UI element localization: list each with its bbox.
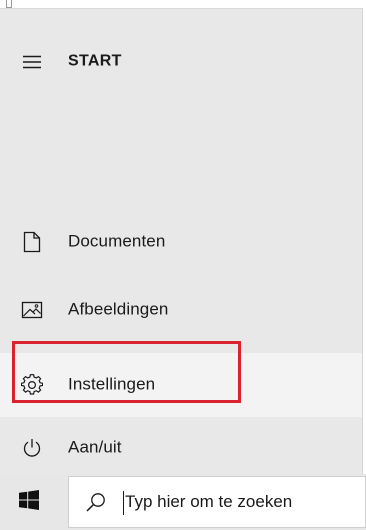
start-item-documenten[interactable]: Documenten <box>0 217 362 267</box>
screen: START Documenten Afbeeldingen Instelling… <box>0 0 366 530</box>
text-caret <box>123 491 124 515</box>
taskbar-search-box[interactable] <box>68 476 366 528</box>
start-menu-title: START <box>68 52 122 70</box>
windows-logo-icon <box>19 489 39 515</box>
power-icon <box>21 437 43 459</box>
start-item-aan-uit[interactable]: Aan/uit <box>0 423 362 473</box>
taskbar <box>0 474 366 530</box>
search-input[interactable] <box>119 485 359 519</box>
start-menu-header[interactable]: START <box>0 37 362 87</box>
start-item-label: Afbeeldingen <box>68 299 169 319</box>
start-item-afbeeldingen[interactable]: Afbeeldingen <box>0 285 362 335</box>
start-item-label: Aan/uit <box>68 437 122 457</box>
hamburger-menu-icon[interactable] <box>21 51 43 73</box>
start-item-label: Instellingen <box>68 374 156 394</box>
search-icon <box>85 491 107 513</box>
start-item-instellingen[interactable]: Instellingen <box>0 353 362 417</box>
start-menu: START Documenten Afbeeldingen Instelling… <box>0 8 363 475</box>
window-corner-mark <box>6 0 12 8</box>
document-icon <box>21 231 43 253</box>
pictures-icon <box>21 299 43 321</box>
start-button[interactable] <box>0 474 58 530</box>
start-item-label: Documenten <box>68 231 166 251</box>
gear-icon <box>21 374 43 396</box>
